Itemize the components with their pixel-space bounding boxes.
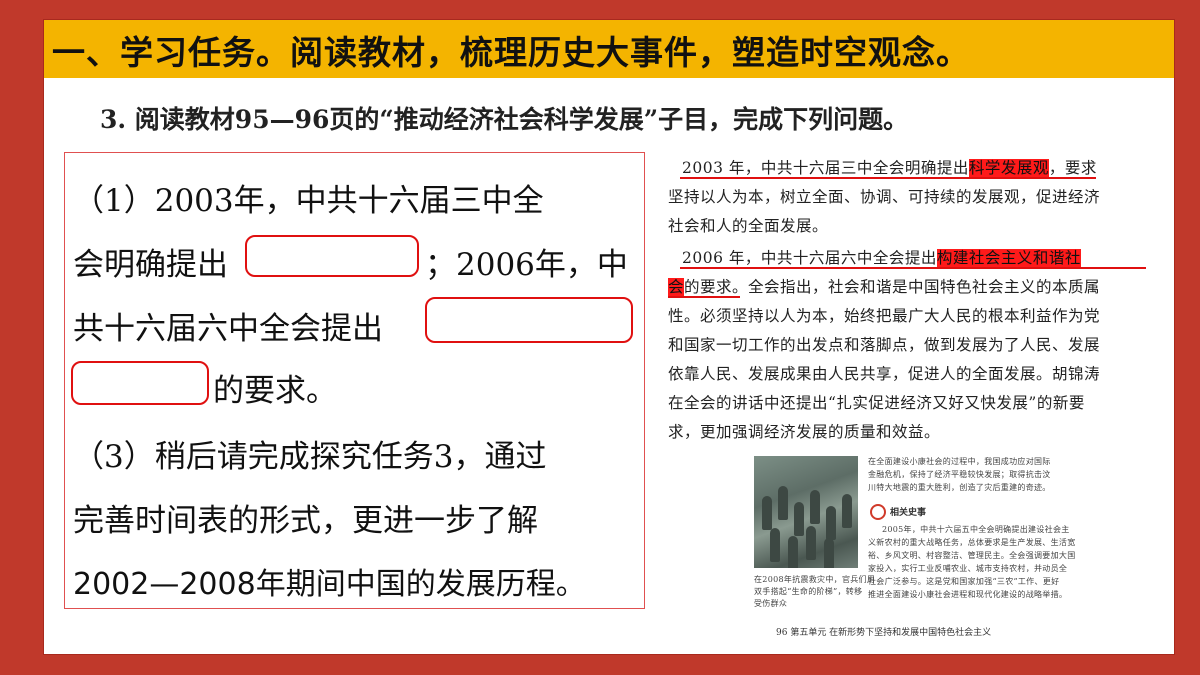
tb-p2-text-b: 的要求。全会指出，社会和谐是中国特色社会主义的本质属 bbox=[684, 278, 1101, 296]
related-line-2: 义新农村的重大战略任务，总体要求是生产发展、生活宽 bbox=[868, 538, 1076, 547]
tb-p2-line6: 在全会的讲话中还提出“扎实促进经济又好又快发展”的新要 bbox=[668, 394, 1085, 412]
tb-p1-text-b: ，要求 bbox=[1048, 159, 1097, 177]
side-caption-1: 在全面建设小康社会的过程中，我国成功应对国际 bbox=[868, 457, 1051, 466]
answer-blank-1[interactable] bbox=[245, 235, 419, 277]
tb-underline-2 bbox=[680, 267, 1146, 269]
related-line-5: 社会广泛参与。这是党和国家加强“三农”工作、更好 bbox=[868, 577, 1060, 586]
question-line-5: （3）稍后请完成探究任务3，通过 bbox=[73, 439, 547, 475]
photo-caption-3: 受伤群众 bbox=[754, 599, 788, 608]
textbook-excerpt: 2003 年，中共十六届三中全会明确提出科学发展观，要求 坚持以人为本，树立全面… bbox=[668, 150, 1148, 644]
tb-p2-line1: 2006 年，中共十六届六中全会提出构建社会主义和谐社 bbox=[682, 246, 1081, 268]
tb-p2-line4: 和国家一切工作的出发点和落脚点，做到发展为了人民、发展 bbox=[668, 336, 1101, 354]
earthquake-rescue-photo bbox=[754, 456, 858, 568]
banner-title: 一、学习任务。阅读教材，梳理历史大事件，塑造时空观念。 bbox=[52, 33, 970, 72]
question-line-1: （1）2003年，中共十六届三中全 bbox=[73, 183, 544, 219]
answer-blank-2[interactable] bbox=[425, 297, 633, 343]
title-banner: 一、学习任务。阅读教材，梳理历史大事件，塑造时空观念。 bbox=[44, 20, 1174, 78]
question-line-2b: ；2006年，中 bbox=[425, 247, 628, 283]
task-subtitle: 3. 阅读教材95—96页的“推动经济社会科学发展”子目，完成下列问题。 bbox=[100, 105, 909, 134]
related-line-3: 裕、乡风文明、村容整洁、管理民主。全会强调要加大国 bbox=[868, 551, 1076, 560]
tb-p2-highlight-2: 会 bbox=[668, 278, 685, 296]
tb-p1-highlight: 科学发展观 bbox=[968, 159, 1049, 177]
tb-p1-text-a: 2003 年，中共十六届三中全会明确提出 bbox=[682, 159, 969, 177]
tb-p1-line1: 2003 年，中共十六届三中全会明确提出科学发展观，要求 bbox=[682, 156, 1097, 178]
related-history-title: 相关史事 bbox=[890, 508, 927, 518]
slide: 一、学习任务。阅读教材，梳理历史大事件，塑造时空观念。 3. 阅读教材95—96… bbox=[44, 20, 1174, 654]
tb-p1-line3: 社会和人的全面发展。 bbox=[668, 217, 829, 235]
question-line-4: 的要求。 bbox=[213, 373, 337, 409]
tb-p1-line2: 坚持以人为本，树立全面、协调、可持续的发展观，促进经济 bbox=[668, 188, 1101, 206]
question-line-7: 2002—2008年期间中国的发展历程。 bbox=[73, 567, 586, 602]
tb-p2-line7: 求，更加强调经济发展的质量和效益。 bbox=[668, 423, 941, 441]
tb-underline-1 bbox=[680, 177, 1096, 179]
tb-p2-line3: 性。必须坚持以人为本，始终把最广大人民的根本利益作为党 bbox=[668, 307, 1101, 325]
related-line-6: 推进全面建设小康社会进程和现代化建设的战略举措。 bbox=[868, 590, 1068, 599]
answer-blank-3[interactable] bbox=[71, 361, 209, 405]
photo-caption-2: 双手搭起“生命的阶梯”，转移 bbox=[754, 587, 863, 596]
page-footer: 96 第五单元 在新形势下坚持和发展中国特色社会主义 bbox=[776, 628, 992, 638]
tb-p2-line5: 依靠人民、发展成果由人民共享，促进人的全面发展。胡锦涛 bbox=[668, 365, 1101, 383]
tb-p2-text-a: 2006 年，中共十六届六中全会提出 bbox=[682, 249, 937, 267]
related-history-icon bbox=[870, 504, 886, 520]
related-line-4: 家投入，实行工业反哺农业、城市支持农村，并动员全 bbox=[868, 564, 1068, 573]
question-line-6: 完善时间表的形式，更进一步了解 bbox=[73, 503, 538, 539]
question-box: （1）2003年，中共十六届三中全 会明确提出 ；2006年，中 共十六届六中全… bbox=[64, 152, 645, 609]
tb-p2-line2: 会的要求。全会指出，社会和谐是中国特色社会主义的本质属 bbox=[668, 275, 1100, 297]
tb-underline-3 bbox=[668, 296, 740, 298]
side-caption-2: 金融危机，保持了经济平稳较快发展；取得抗击汶 bbox=[868, 470, 1051, 479]
tb-p2-highlight: 构建社会主义和谐社 bbox=[936, 249, 1081, 267]
side-caption-3: 川特大地震的重大胜利，创造了灾后重建的奇迹。 bbox=[868, 483, 1051, 492]
photo-caption-1: 在2008年抗震救灾中，官兵们用 bbox=[754, 575, 876, 584]
related-line-1: 2005年，中共十六届五中全会明确提出建设社会主 bbox=[882, 525, 1070, 534]
